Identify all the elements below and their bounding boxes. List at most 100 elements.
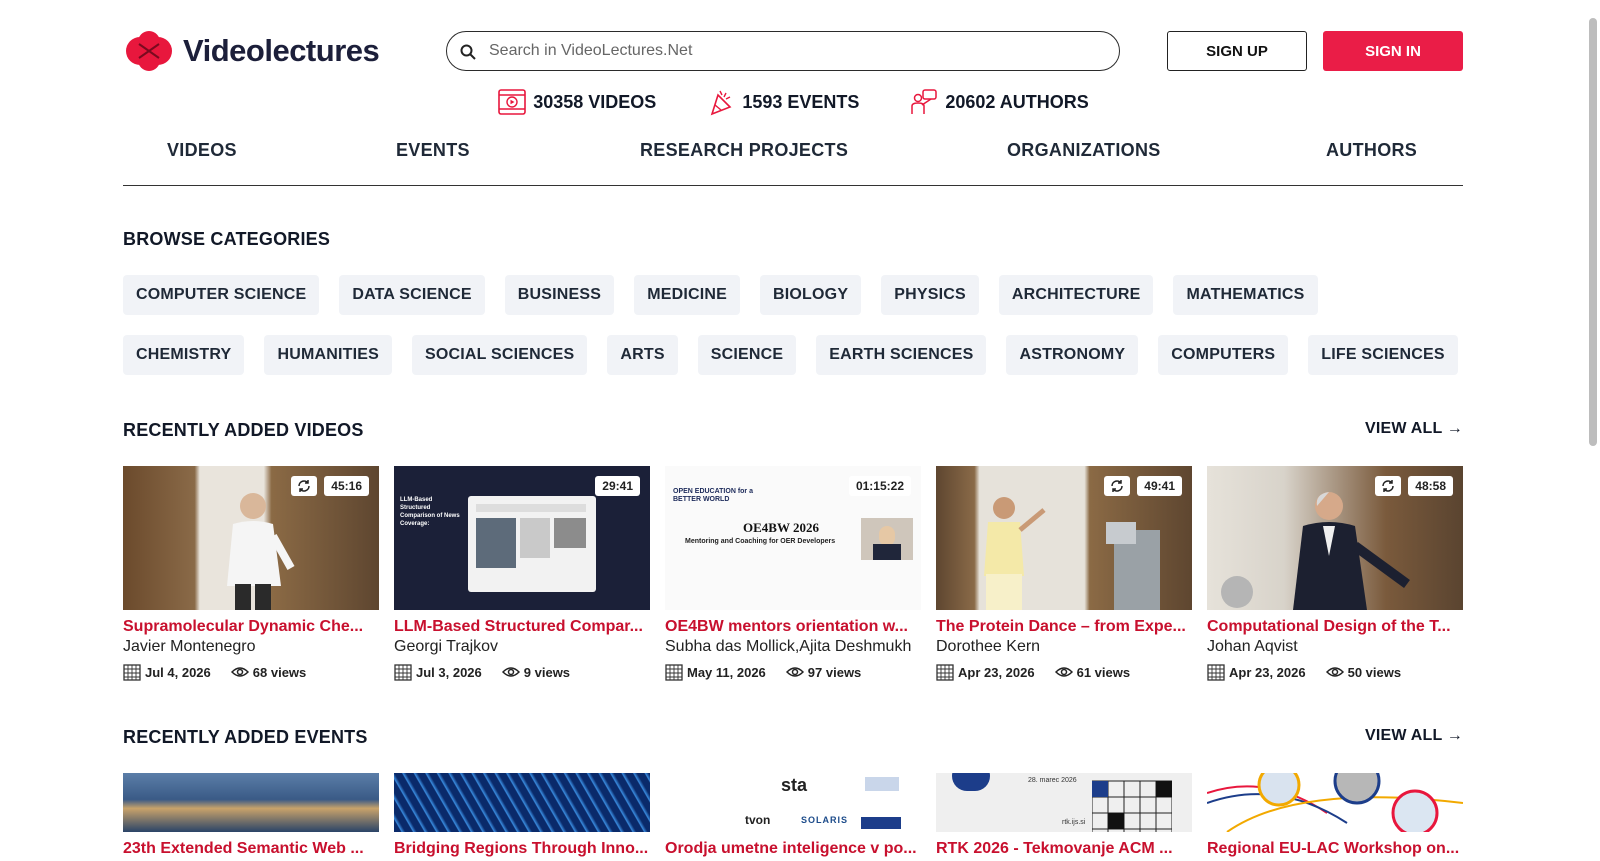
event-card[interactable]: Bridging Regions Through Inno... <box>394 773 650 858</box>
video-author[interactable]: Javier Montenegro <box>123 638 379 656</box>
nav-research-projects[interactable]: RESEARCH PROJECTS <box>640 140 848 161</box>
event-thumbnail[interactable] <box>1207 773 1463 832</box>
category-chip[interactable]: LIFE SCIENCES <box>1308 335 1458 375</box>
video-views-text: 97 views <box>807 664 862 680</box>
search-input[interactable] <box>489 42 1089 60</box>
sync-icon <box>1104 476 1130 496</box>
category-chip[interactable]: HUMANITIES <box>264 335 392 375</box>
video-card[interactable]: OPEN EDUCATION for a BETTER WORLD OE4BW … <box>665 466 921 681</box>
category-chip[interactable]: BUSINESS <box>504 275 615 315</box>
category-chip[interactable]: PHYSICS <box>881 275 979 315</box>
video-date-text: Apr 23, 2026 <box>1229 664 1306 680</box>
event-card[interactable]: 28. marec 2026 rtk.ijs.si RTK 2026 - Tek… <box>936 773 1192 858</box>
tvon-logo: tvon <box>745 813 771 827</box>
category-chip[interactable]: SOCIAL SCIENCES <box>412 335 588 375</box>
duration-badge: 45:16 <box>324 476 369 496</box>
events-icon <box>711 90 732 116</box>
event-title[interactable]: 23th Extended Semantic Web ... <box>123 840 379 858</box>
video-title[interactable]: Computational Design of the T... <box>1207 618 1463 636</box>
view-all-videos-link[interactable]: VIEW ALL → <box>1365 420 1463 438</box>
stat-videos[interactable]: 30358 VIDEOS <box>497 86 656 118</box>
video-author[interactable]: Subha das Mollick,Ajita Deshmukh <box>665 638 921 656</box>
view-all-events-link[interactable]: VIEW ALL → <box>1365 727 1463 745</box>
category-chip[interactable]: ARCHITECTURE <box>998 275 1154 315</box>
nav-authors[interactable]: AUTHORS <box>1326 140 1417 161</box>
event-title[interactable]: Regional EU-LAC Workshop on... <box>1207 840 1463 858</box>
browse-categories-title: BROWSE CATEGORIES <box>123 229 331 249</box>
category-chip[interactable]: CHEMISTRY <box>123 335 245 375</box>
video-card[interactable]: LLM-Based Structured Comparison of News … <box>394 466 650 681</box>
video-thumbnail[interactable]: OPEN EDUCATION for a BETTER WORLD OE4BW … <box>665 466 921 610</box>
sta-logo: sta <box>781 775 808 795</box>
calendar-icon <box>936 664 954 681</box>
sign-in-button[interactable]: SIGN IN <box>1323 31 1463 71</box>
category-chip[interactable]: ARTS <box>607 335 678 375</box>
event-title[interactable]: Orodja umetne inteligence v po... <box>665 840 921 858</box>
category-chip[interactable]: MEDICINE <box>634 275 741 315</box>
page-scrollbar[interactable] <box>1589 18 1597 446</box>
video-date-text: May 11, 2026 <box>687 664 766 680</box>
webcam-inset <box>861 518 913 560</box>
authors-icon <box>911 89 938 114</box>
event-card[interactable]: sta tvon SOLARIS Orodja umetne inteligen… <box>665 773 921 858</box>
video-date: May 11, 2026 <box>665 663 766 681</box>
category-chip[interactable]: COMPUTER SCIENCE <box>123 275 320 315</box>
event-title[interactable]: RTK 2026 - Tekmovanje ACM ... <box>936 840 1192 858</box>
event-thumbnail[interactable] <box>123 773 379 832</box>
logo[interactable]: Videolectures <box>123 30 443 72</box>
video-author[interactable]: Dorothee Kern <box>936 638 1192 656</box>
event-thumbnail[interactable] <box>394 773 650 832</box>
category-chip[interactable]: COMPUTERS <box>1158 335 1289 375</box>
video-views: 50 views <box>1325 665 1401 680</box>
recent-videos-list: 45:16 Supramolecular Dynamic Che... Javi… <box>123 466 1463 681</box>
duration-badge: 29:41 <box>595 476 640 496</box>
video-date-text: Jul 4, 2026 <box>145 664 211 680</box>
video-card[interactable]: 48:58 Computational Design of the T... J… <box>1207 466 1463 681</box>
nav-organizations[interactable]: ORGANIZATIONS <box>1007 140 1161 161</box>
nav-videos[interactable]: VIDEOS <box>167 140 237 161</box>
video-title[interactable]: Supramolecular Dynamic Che... <box>123 618 379 636</box>
video-views-text: 9 views <box>523 664 571 680</box>
category-chip[interactable]: BIOLOGY <box>760 275 862 315</box>
recent-videos-title: RECENTLY ADDED VIDEOS <box>123 420 364 440</box>
video-thumbnail[interactable]: 48:58 <box>1207 466 1463 610</box>
nav-events[interactable]: EVENTS <box>396 140 470 161</box>
category-chip[interactable]: DATA SCIENCE <box>339 275 485 315</box>
video-title[interactable]: OE4BW mentors orientation w... <box>665 618 921 636</box>
category-chip[interactable]: ASTRONOMY <box>1006 335 1139 375</box>
video-card[interactable]: 49:41 The Protein Dance – from Expe... D… <box>936 466 1192 681</box>
oe-title: OE4BW 2026 <box>743 520 819 535</box>
event-card[interactable]: 23th Extended Semantic Web ... <box>123 773 379 858</box>
video-title[interactable]: The Protein Dance – from Expe... <box>936 618 1192 636</box>
stat-events[interactable]: 1593 EVENTS <box>706 86 859 118</box>
video-meta: Jul 4, 2026 68 views <box>123 663 379 681</box>
video-views: 97 views <box>785 664 862 680</box>
stat-authors[interactable]: 20602 AUTHORS <box>909 86 1089 118</box>
sign-up-button[interactable]: SIGN UP <box>1167 31 1307 71</box>
stat-authors-label: 20602 AUTHORS <box>945 91 1089 112</box>
eye-icon <box>785 667 804 677</box>
eye-icon <box>1054 667 1073 677</box>
video-thumbnail[interactable]: LLM-Based Structured Comparison of News … <box>394 466 650 610</box>
video-thumbnail[interactable]: 45:16 <box>123 466 379 610</box>
video-author[interactable]: Johan Aqvist <box>1207 638 1463 656</box>
event-card[interactable]: Regional EU-LAC Workshop on... <box>1207 773 1463 858</box>
video-date-text: Apr 23, 2026 <box>958 664 1035 680</box>
category-chip[interactable]: SCIENCE <box>697 335 797 375</box>
video-date: Jul 3, 2026 <box>394 663 482 681</box>
recent-events-list: 23th Extended Semantic Web ... Bridging … <box>123 773 1463 858</box>
event-thumbnail[interactable]: sta tvon SOLARIS <box>665 773 921 832</box>
video-title[interactable]: LLM-Based Structured Compar... <box>394 618 650 636</box>
recent-videos-header: RECENTLY ADDED VIDEOS VIEW ALL → <box>123 420 1463 444</box>
calendar-icon <box>1207 664 1225 681</box>
event-collage-icon <box>1207 773 1463 832</box>
video-thumbnail[interactable]: 49:41 <box>936 466 1192 610</box>
search-bar[interactable] <box>446 31 1120 71</box>
video-author[interactable]: Georgi Trajkov <box>394 638 650 656</box>
event-thumbnail[interactable]: 28. marec 2026 rtk.ijs.si <box>936 773 1192 832</box>
header: Videolectures SIGN UP SIGN IN <box>123 30 1463 72</box>
category-chip[interactable]: EARTH SCIENCES <box>816 335 987 375</box>
category-chip[interactable]: MATHEMATICS <box>1173 275 1318 315</box>
video-card[interactable]: 45:16 Supramolecular Dynamic Che... Javi… <box>123 466 379 681</box>
event-title[interactable]: Bridging Regions Through Inno... <box>394 840 650 858</box>
